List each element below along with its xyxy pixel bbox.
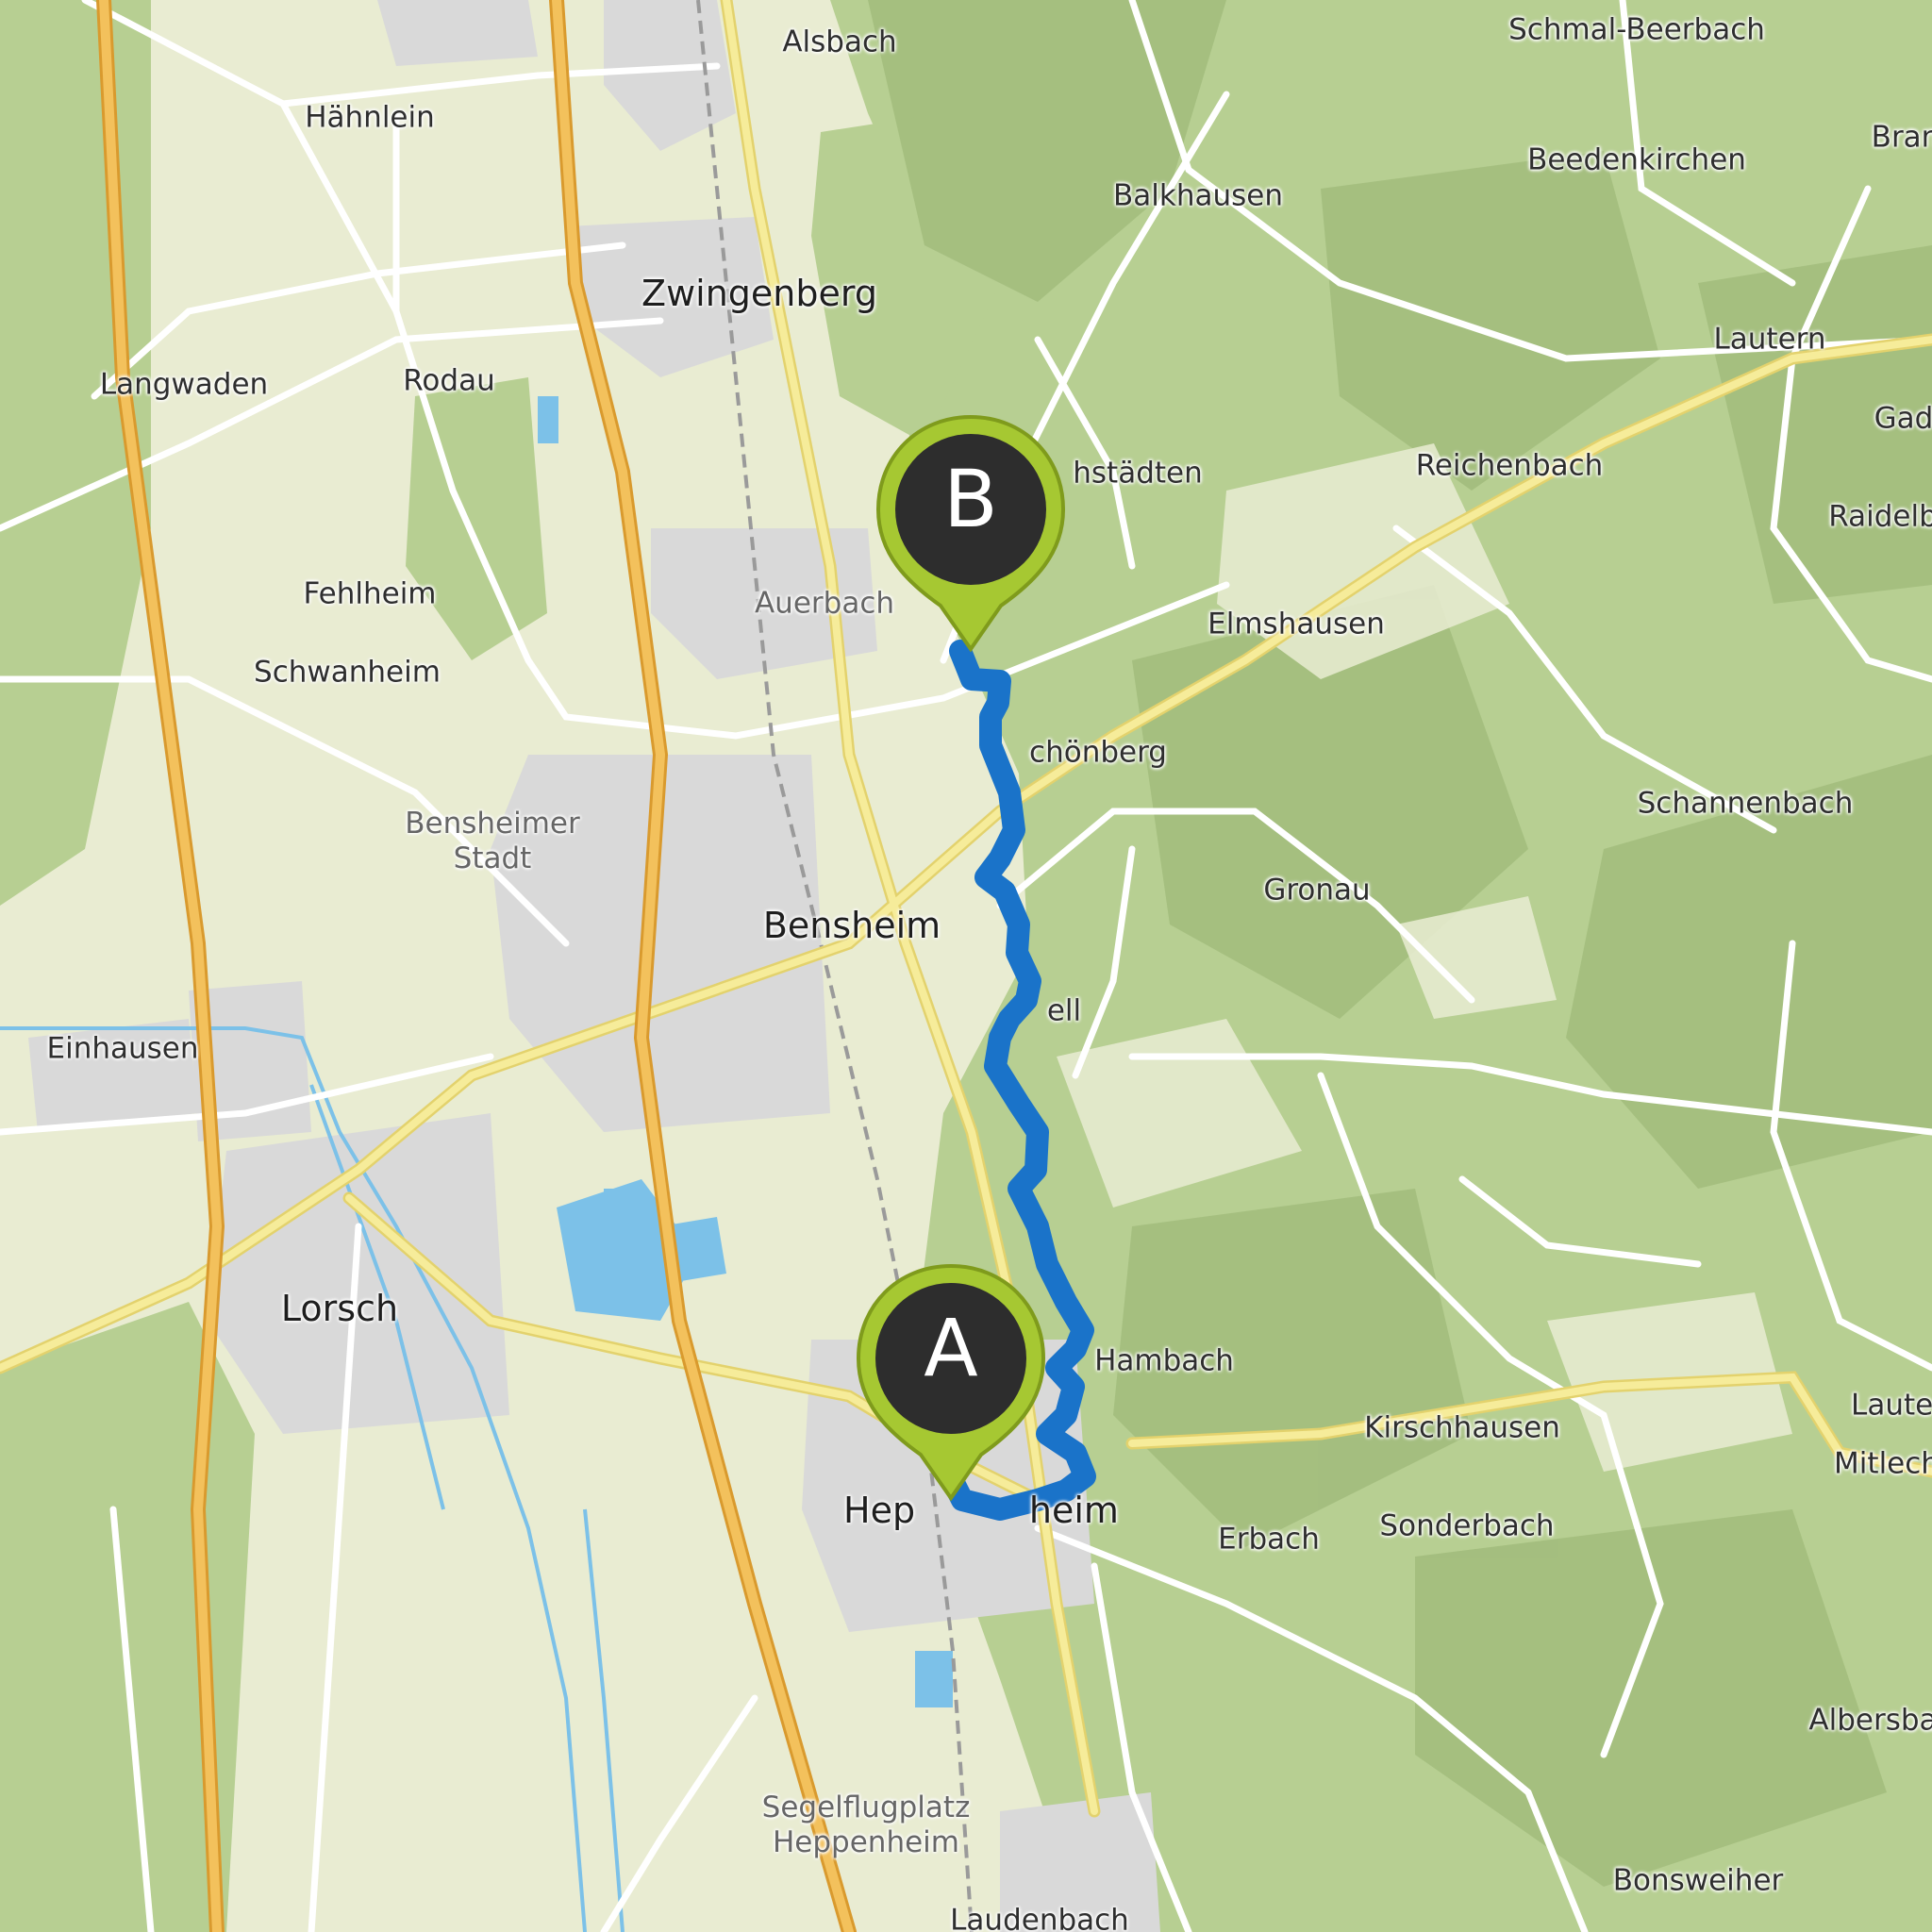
- map-view[interactable]: Alsbach Schmal-Beerbach Hähnlein Beedenk…: [0, 0, 1932, 1932]
- place-label-auerbach: Auerbach: [754, 586, 895, 621]
- place-label-langwaden: Langwaden: [99, 367, 269, 402]
- place-label-reichenbach: Reichenbach: [1415, 448, 1604, 483]
- place-label-raidelb: Raidelb: [1828, 499, 1932, 534]
- place-label-laudenbach: Laudenbach: [950, 1903, 1129, 1932]
- place-label-gronau: Gronau: [1263, 873, 1371, 908]
- place-label-zell: ell: [1046, 993, 1082, 1028]
- route-start-marker[interactable]: A: [855, 1262, 1047, 1502]
- place-label-zwingenberg: Zwingenberg: [641, 273, 877, 315]
- place-label-elmshausen: Elmshausen: [1208, 607, 1385, 641]
- marker-label-a: A: [924, 1302, 978, 1394]
- basemap-layer: [0, 0, 1932, 1932]
- place-label-bensheim: Bensheim: [762, 905, 941, 947]
- route-end-marker[interactable]: B: [874, 413, 1067, 653]
- place-label-sonderbach: Sonderbach: [1379, 1508, 1555, 1543]
- place-label-mitlech: Mitlech: [1834, 1446, 1932, 1481]
- place-label-lorsch: Lorsch: [280, 1288, 399, 1330]
- place-label-einhausen: Einhausen: [46, 1031, 199, 1066]
- place-label-gad: Gad: [1874, 401, 1932, 436]
- place-label-bran: Bran: [1871, 120, 1932, 155]
- place-label-rodau: Rodau: [403, 363, 495, 398]
- place-label-schmal-beerbach: Schmal-Beerbach: [1508, 12, 1765, 47]
- place-label-hochstaedten: hstädten: [1073, 456, 1203, 491]
- place-label-lauter-right: Lauter: [1851, 1388, 1932, 1423]
- place-label-schannenbach: Schannenbach: [1637, 786, 1854, 821]
- place-label-hambach: Hambach: [1094, 1343, 1234, 1378]
- place-label-schwanheim: Schwanheim: [254, 655, 441, 690]
- place-label-bonsweiher: Bonsweiher: [1612, 1863, 1784, 1898]
- place-label-erbach: Erbach: [1218, 1522, 1320, 1557]
- place-label-albersbach: Albersbac: [1808, 1703, 1932, 1738]
- place-label-segelflugplatz: Segelflugplatz Heppenheim: [761, 1790, 971, 1859]
- place-label-bensheimer-stadt: Bensheimer Stadt: [405, 806, 580, 875]
- place-label-fehlheim: Fehlheim: [303, 576, 437, 611]
- place-label-haehnlein: Hähnlein: [305, 100, 435, 135]
- place-label-beedenkirchen: Beedenkirchen: [1527, 142, 1746, 177]
- place-label-alsbach: Alsbach: [782, 25, 897, 59]
- place-label-lautern-top: Lautern: [1713, 322, 1826, 357]
- place-label-balkhausen: Balkhausen: [1113, 178, 1283, 213]
- place-label-kirschhausen: Kirschhausen: [1364, 1410, 1560, 1445]
- place-label-schoenberg: chönberg: [1029, 735, 1167, 770]
- marker-label-b: B: [943, 453, 998, 545]
